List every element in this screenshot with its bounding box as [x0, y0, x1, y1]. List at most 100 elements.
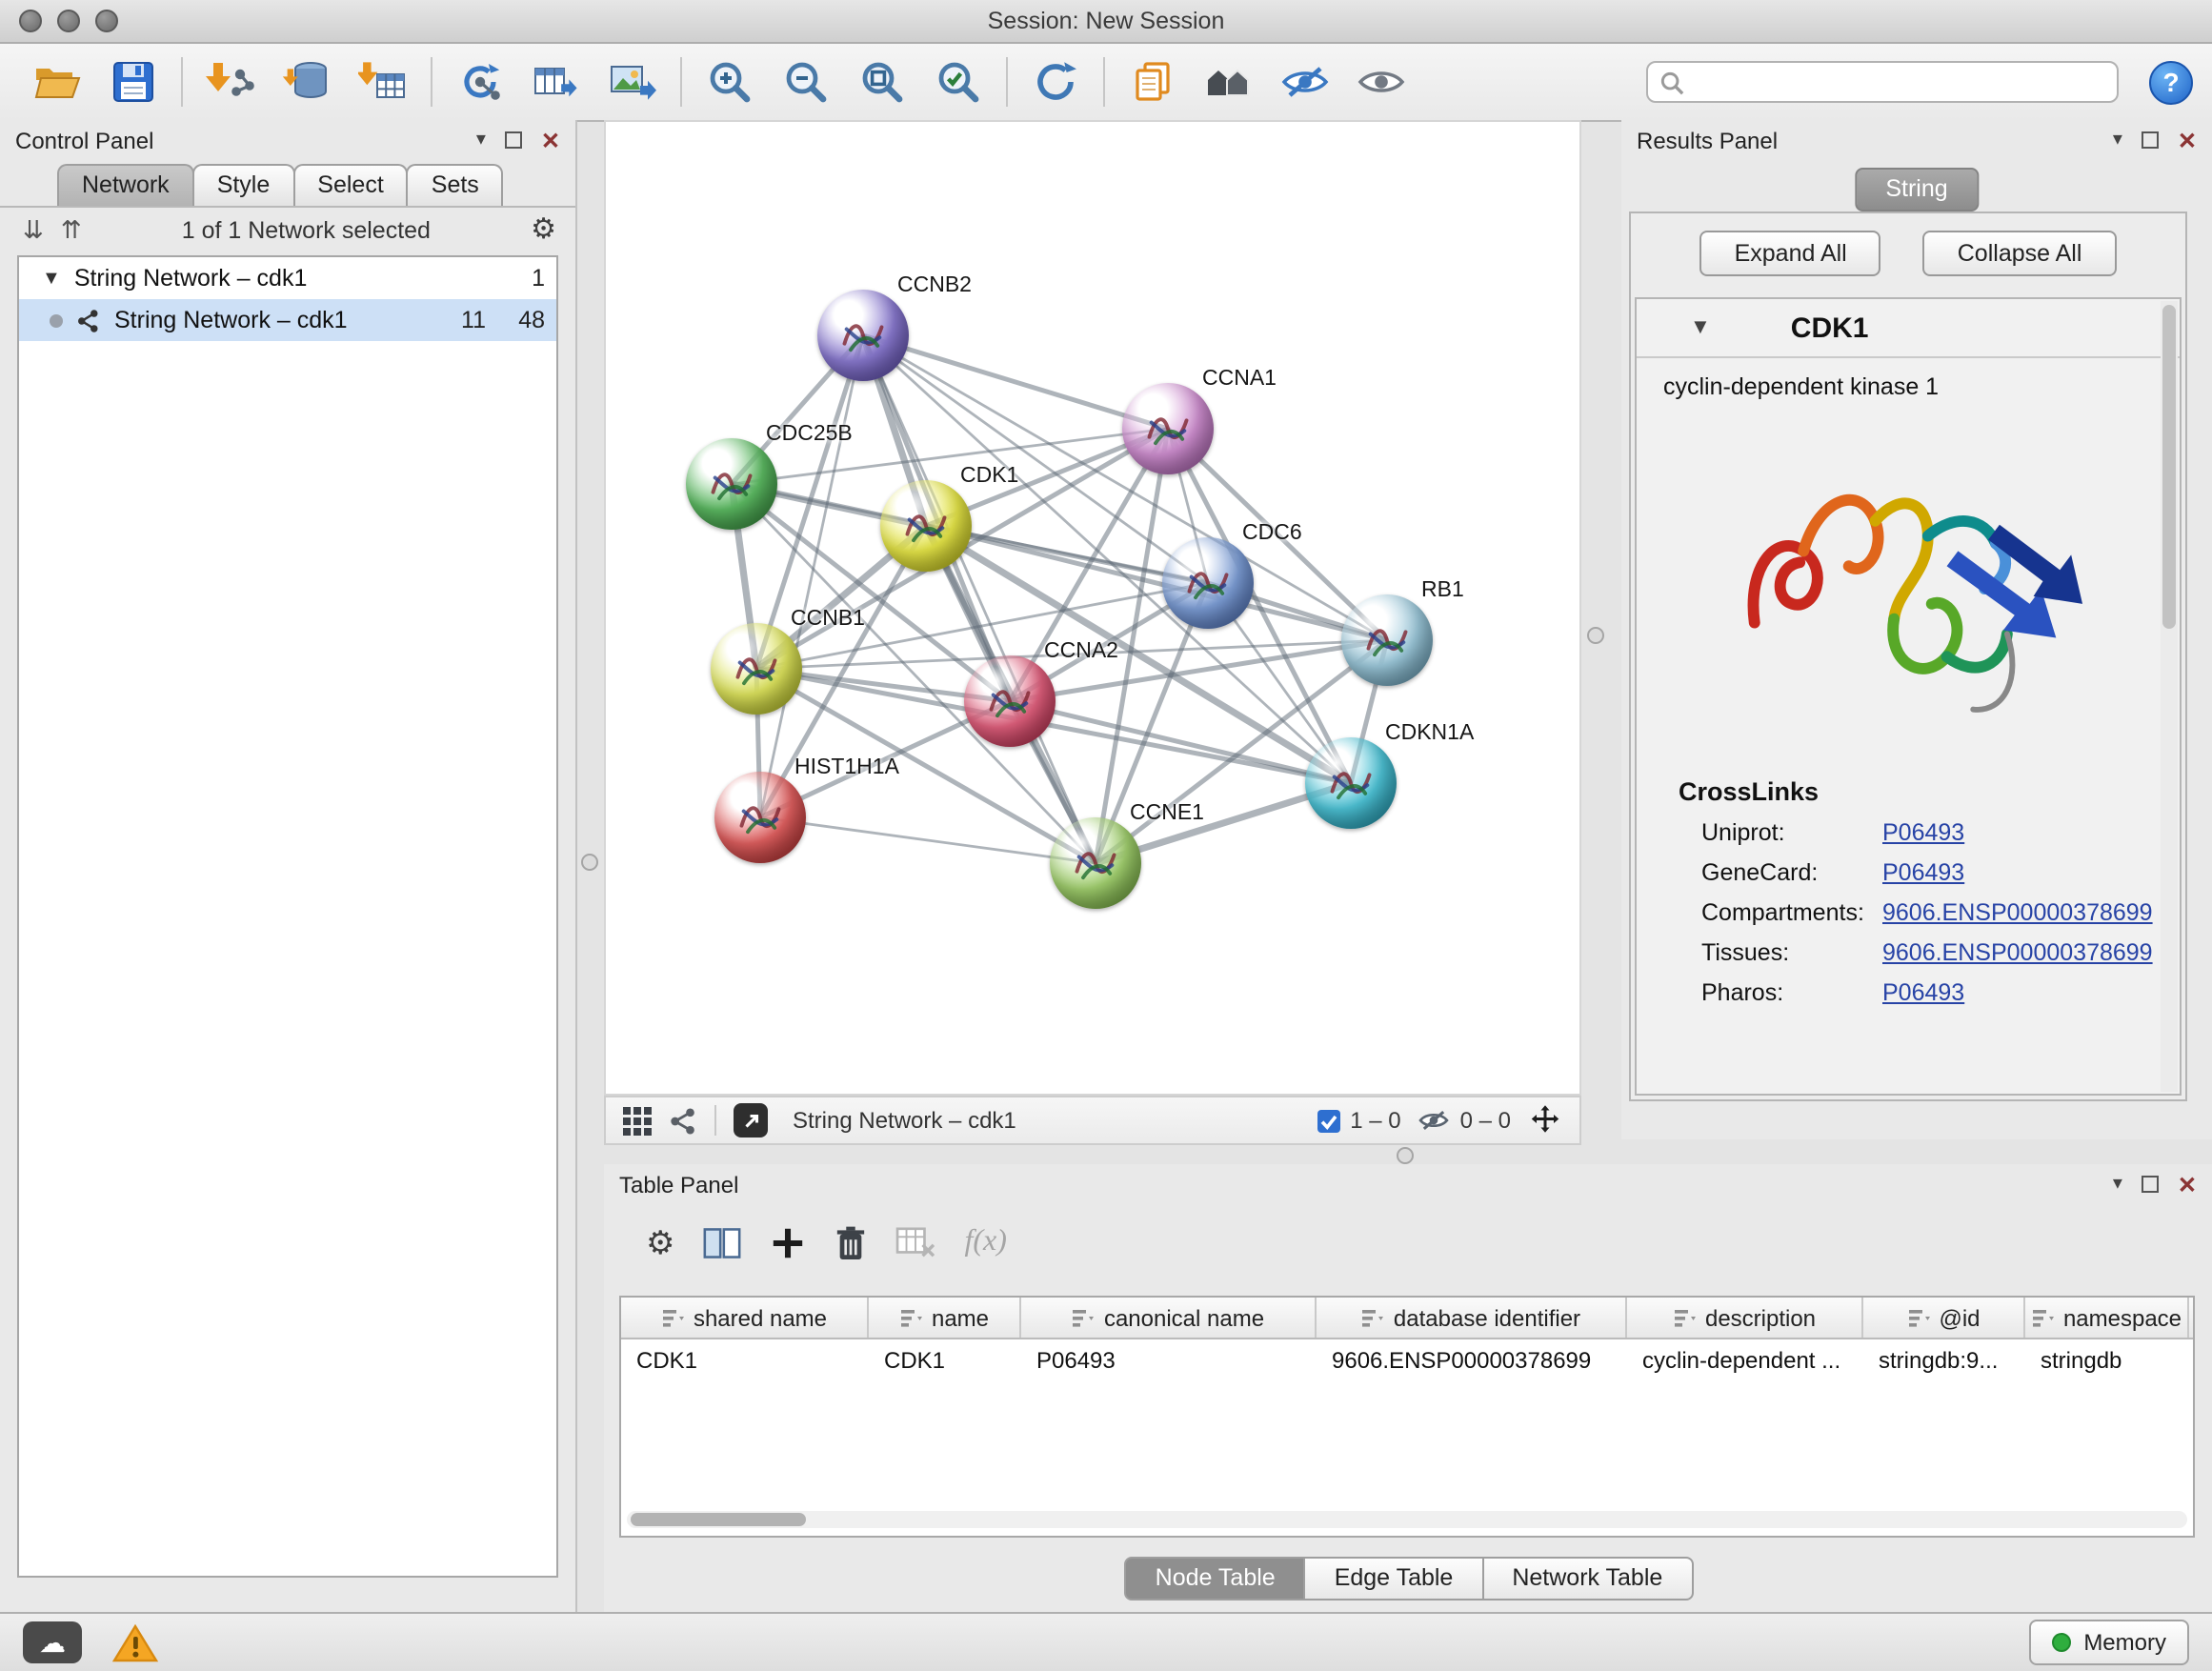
- cloud-button[interactable]: ☁: [23, 1621, 82, 1663]
- network-node-cdkn1a[interactable]: [1305, 737, 1397, 829]
- crosslink-link-uniprot[interactable]: P06493: [1882, 818, 1964, 845]
- pan-move-icon[interactable]: [1528, 1103, 1562, 1137]
- expand-all-icon[interactable]: ⇈: [61, 217, 82, 242]
- float-panel-icon[interactable]: [2142, 1176, 2159, 1193]
- import-network-from-database-button[interactable]: [269, 50, 345, 114]
- show-all-button[interactable]: [1343, 50, 1419, 114]
- tab-string[interactable]: String: [1855, 168, 1978, 211]
- column-header-database-identifier[interactable]: database identifier: [1317, 1298, 1627, 1338]
- table-cell-name[interactable]: CDK1: [869, 1339, 1021, 1374]
- window-minimize-button[interactable]: [57, 10, 80, 32]
- zoom-out-button[interactable]: [768, 50, 844, 114]
- network-edge-ccne1-hist1h1a[interactable]: [760, 817, 1096, 863]
- close-panel-icon[interactable]: ✕: [541, 129, 560, 151]
- table-horizontal-scrollbar[interactable]: [627, 1511, 2187, 1528]
- collapse-panel-icon[interactable]: ▾: [2113, 1175, 2122, 1194]
- column-header-namespace[interactable]: namespace: [2025, 1298, 2189, 1338]
- float-panel-icon[interactable]: [505, 131, 522, 149]
- table-cell-database-identifier[interactable]: 9606.ENSP00000378699: [1317, 1339, 1627, 1374]
- import-table-from-file-button[interactable]: [345, 50, 421, 114]
- network-node-cdk1[interactable]: [880, 480, 972, 572]
- search-box[interactable]: [1646, 61, 2119, 103]
- gene-header[interactable]: ▼ CDK1: [1637, 299, 2180, 358]
- network-edge-ccnb2-ccne1[interactable]: [863, 335, 1096, 863]
- save-session-button[interactable]: [95, 50, 171, 114]
- float-panel-icon[interactable]: [2142, 131, 2159, 149]
- window-close-button[interactable]: [19, 10, 42, 32]
- column-header-name[interactable]: name: [869, 1298, 1021, 1338]
- close-panel-icon[interactable]: ✕: [2178, 1173, 2197, 1196]
- table-scrollbar-thumb[interactable]: [631, 1513, 806, 1526]
- tab-edge-table[interactable]: Edge Table: [1304, 1557, 1484, 1601]
- show-columns-icon[interactable]: [704, 1224, 742, 1260]
- crosslink-link-compartments[interactable]: 9606.ENSP00000378699: [1882, 898, 2153, 925]
- network-collection-row[interactable]: ▼ String Network – cdk1 1: [19, 257, 556, 299]
- splitter-handle-bottom[interactable]: [1397, 1147, 1414, 1164]
- window-zoom-button[interactable]: [95, 10, 118, 32]
- column-header-shared-name[interactable]: shared name: [621, 1298, 869, 1338]
- zoom-fit-button[interactable]: [844, 50, 920, 114]
- network-overview-icon[interactable]: [669, 1106, 697, 1135]
- network-node-ccnb2[interactable]: [817, 290, 909, 381]
- export-network-button[interactable]: [518, 50, 594, 114]
- crosslink-link-pharos[interactable]: P06493: [1882, 978, 1964, 1005]
- tab-select[interactable]: Select: [292, 164, 409, 206]
- tab-node-table[interactable]: Node Table: [1125, 1557, 1306, 1601]
- network-node-cdc25b[interactable]: [686, 438, 777, 530]
- selection-checkbox-icon[interactable]: [1316, 1108, 1340, 1133]
- network-row[interactable]: String Network – cdk1 11 48: [19, 299, 556, 341]
- splitter-handle-right[interactable]: [1587, 627, 1604, 644]
- network-node-rb1[interactable]: [1341, 594, 1433, 686]
- apply-layout-button[interactable]: [1017, 50, 1094, 114]
- help-button[interactable]: ?: [2149, 60, 2193, 104]
- network-edge-ccnb2-ccna1[interactable]: [863, 335, 1168, 429]
- crosslink-link-genecard[interactable]: P06493: [1882, 858, 1964, 885]
- first-neighbors-button[interactable]: [1191, 50, 1267, 114]
- collapse-panel-icon[interactable]: ▾: [2113, 131, 2122, 150]
- tab-style[interactable]: Style: [192, 164, 295, 206]
- collapse-panel-icon[interactable]: ▾: [476, 131, 486, 150]
- detach-view-button[interactable]: [734, 1103, 768, 1137]
- network-node-ccna1[interactable]: [1122, 383, 1214, 474]
- gene-collapse-icon[interactable]: ▼: [1690, 317, 1711, 338]
- network-node-cdc6[interactable]: [1162, 537, 1254, 629]
- zoom-selected-button[interactable]: [920, 50, 996, 114]
- table-cell-canonical-name[interactable]: P06493: [1021, 1339, 1317, 1374]
- network-canvas[interactable]: CCNB2CCNA1CDC25BCDK1CDC6RB1CCNB1CCNA2CDK…: [604, 120, 1581, 1096]
- column-header-canonical-name[interactable]: canonical name: [1021, 1298, 1317, 1338]
- add-column-icon[interactable]: [771, 1224, 807, 1260]
- annotations-button[interactable]: [1115, 50, 1191, 114]
- network-node-ccne1[interactable]: [1050, 817, 1141, 909]
- tab-network-table[interactable]: Network Table: [1481, 1557, 1693, 1601]
- memory-button[interactable]: Memory: [2028, 1620, 2189, 1665]
- search-input[interactable]: [1684, 67, 2105, 97]
- column-header-description[interactable]: description: [1627, 1298, 1863, 1338]
- results-scrollbar-thumb[interactable]: [2162, 305, 2176, 629]
- table-cell-shared-name[interactable]: CDK1: [621, 1339, 869, 1374]
- collapse-all-icon[interactable]: ⇊: [23, 217, 44, 242]
- close-panel-icon[interactable]: ✕: [2178, 129, 2197, 151]
- hidden-eye-icon[interactable]: [1418, 1107, 1451, 1134]
- network-node-ccnb1[interactable]: [711, 623, 802, 715]
- table-cell-id[interactable]: stringdb:9...: [1863, 1339, 2025, 1374]
- table-row[interactable]: CDK1CDK1P064939606.ENSP00000378699cyclin…: [621, 1339, 2193, 1374]
- network-options-gear-icon[interactable]: ⚙: [531, 215, 556, 244]
- column-header-id[interactable]: @id: [1863, 1298, 2025, 1338]
- results-scrollbar[interactable]: [2161, 301, 2178, 1092]
- import-network-from-file-button[interactable]: [192, 50, 269, 114]
- delete-column-icon[interactable]: [835, 1224, 868, 1260]
- warning-icon[interactable]: [112, 1622, 158, 1662]
- tab-sets[interactable]: Sets: [407, 164, 504, 206]
- collapse-all-button[interactable]: Collapse All: [1923, 231, 2117, 276]
- tab-network[interactable]: Network: [57, 164, 194, 206]
- expand-all-button[interactable]: Expand All: [1700, 231, 1881, 276]
- hide-selected-button[interactable]: [1267, 50, 1343, 114]
- open-session-button[interactable]: [19, 50, 95, 114]
- splitter-handle-left[interactable]: [581, 854, 598, 871]
- network-node-hist1h1a[interactable]: [714, 772, 806, 863]
- table-options-gear-icon[interactable]: ⚙: [646, 1226, 675, 1258]
- tree-expand-icon[interactable]: ▼: [42, 268, 61, 289]
- network-node-ccna2[interactable]: [964, 655, 1056, 747]
- export-image-button[interactable]: [594, 50, 671, 114]
- crosslink-link-tissues[interactable]: 9606.ENSP00000378699: [1882, 938, 2153, 965]
